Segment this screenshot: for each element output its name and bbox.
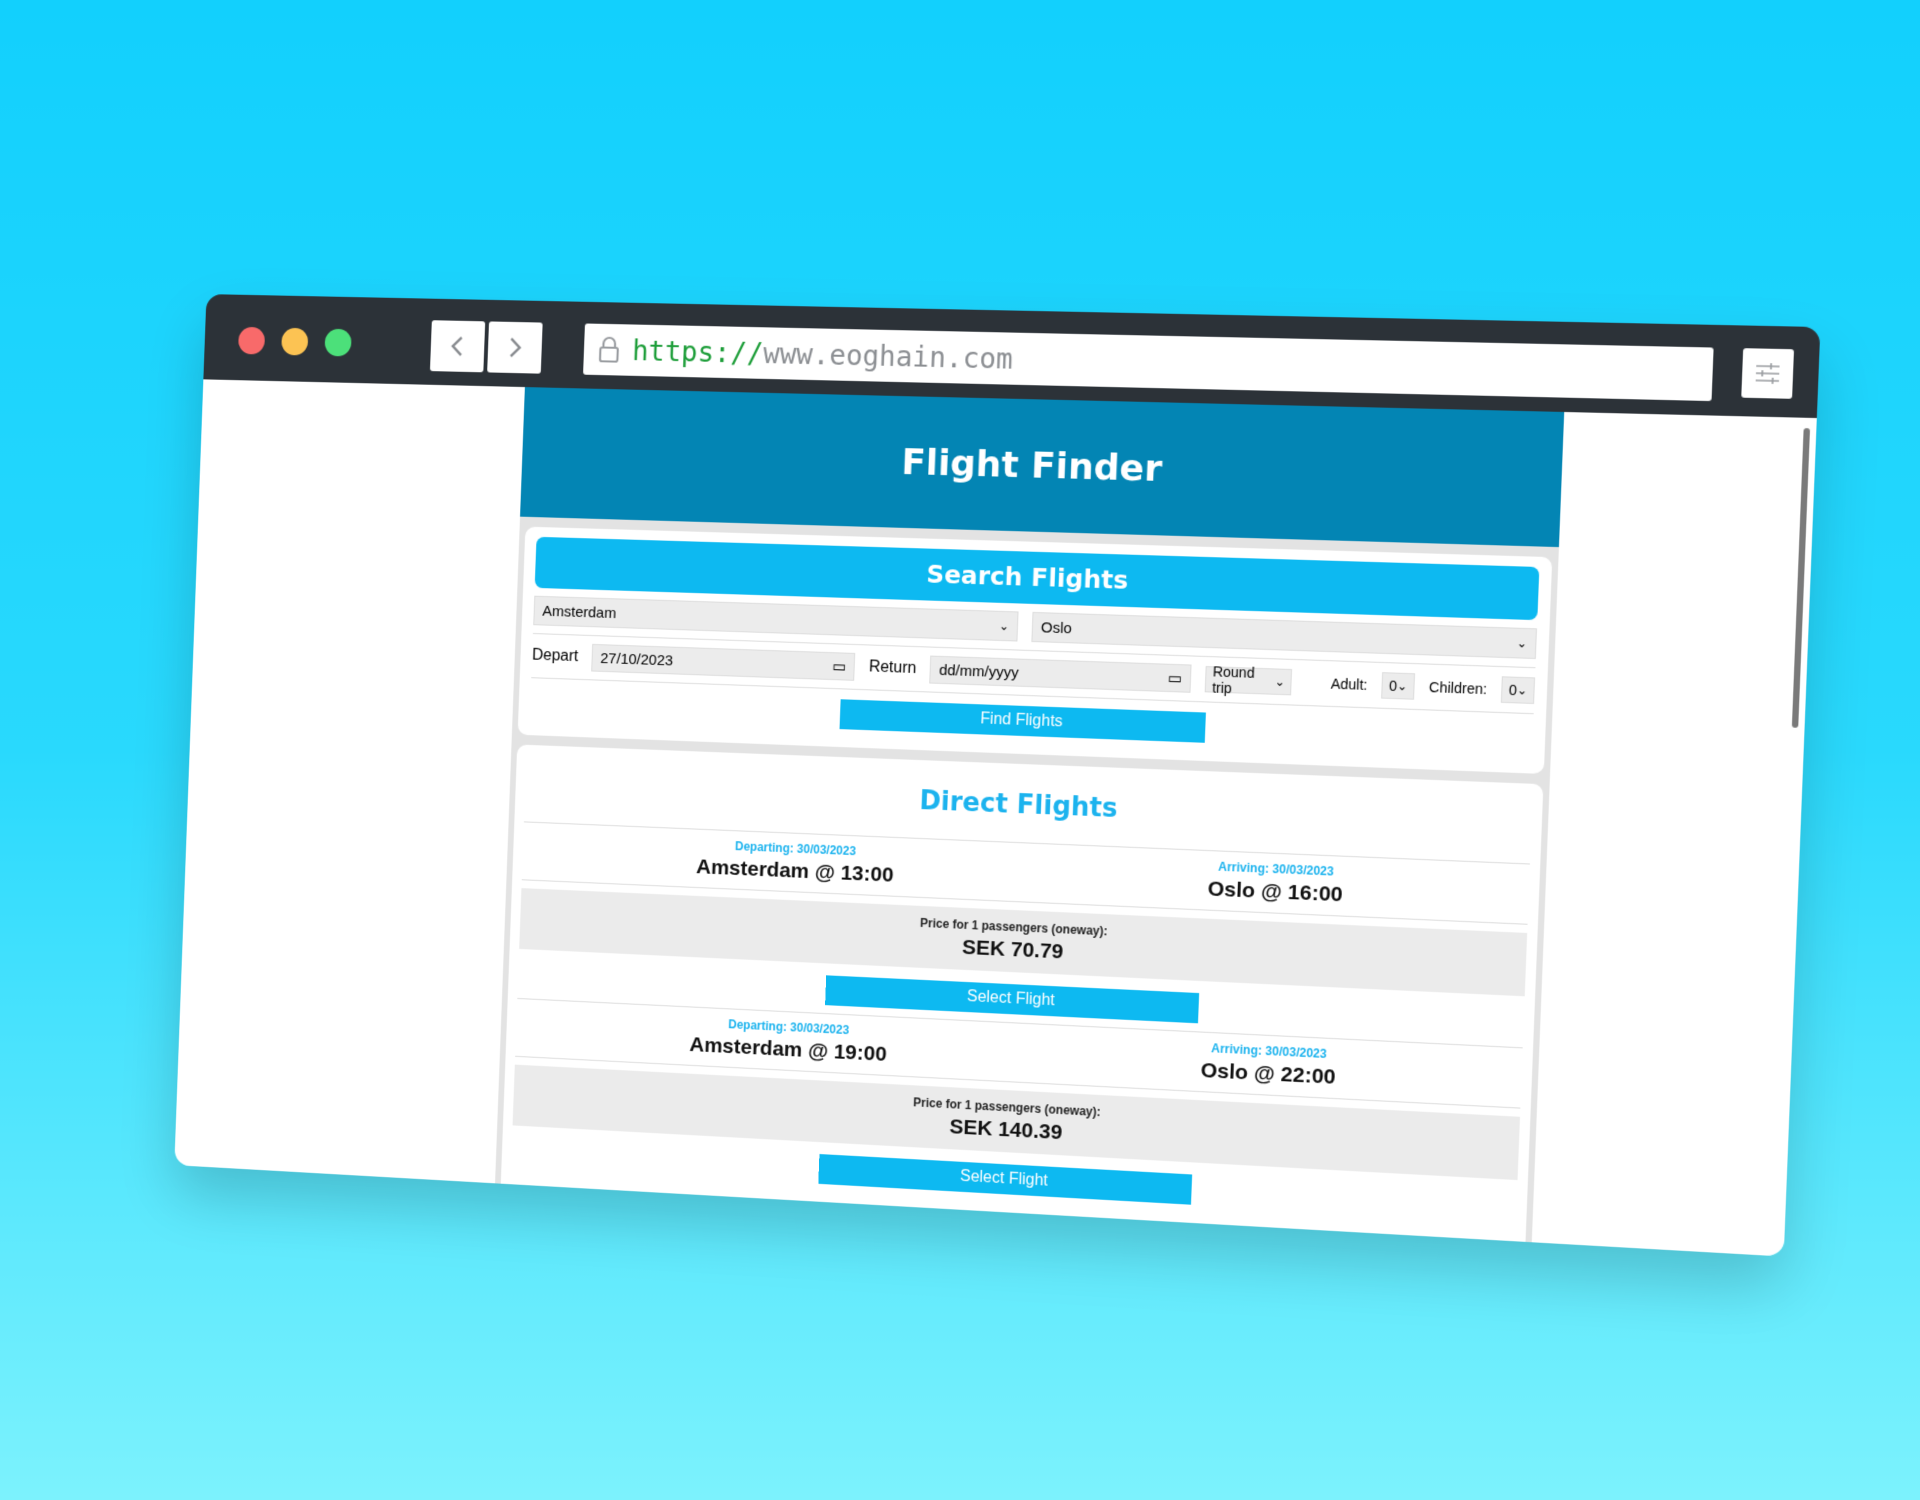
arriving-label: Arriving: 30/03/2023 (1201, 1041, 1336, 1062)
sliders-icon (1753, 362, 1781, 385)
chevron-right-icon (505, 336, 525, 360)
flight-finder-page: Flight Finder Search Flights Amsterdam ⌄… (495, 387, 1564, 1242)
origin-value: Amsterdam (542, 602, 616, 621)
browser-menu-button[interactable] (1741, 348, 1794, 399)
return-label: Return (869, 658, 917, 678)
url-scheme: https:// (632, 334, 764, 370)
page-header: Flight Finder (520, 387, 1564, 547)
depart-date-input[interactable]: 27/10/2023 ▭ (591, 644, 855, 681)
destination-select[interactable]: Oslo ⌄ (1031, 612, 1537, 659)
chevron-down-icon: ⌄ (999, 619, 1010, 633)
departure-info: Departing: 30/03/2023 Amsterdam @ 13:00 (696, 838, 895, 888)
find-flights-button[interactable]: Find Flights (840, 699, 1206, 743)
children-label: Children: (1429, 679, 1488, 697)
origin-select[interactable]: Amsterdam ⌄ (533, 596, 1018, 642)
minimize-window-button[interactable] (281, 328, 308, 356)
depart-date-value: 27/10/2023 (600, 650, 673, 669)
departing-value: Amsterdam @ 13:00 (696, 855, 894, 887)
scrollbar[interactable] (1792, 428, 1810, 728)
destination-value: Oslo (1041, 619, 1073, 637)
search-panel: Search Flights Amsterdam ⌄ Oslo ⌄ Depart… (518, 527, 1553, 774)
children-select[interactable]: 0 ⌄ (1501, 676, 1535, 704)
address-bar[interactable]: https://www.eoghain.com (583, 323, 1714, 401)
departure-info: Departing: 30/03/2023 Amsterdam @ 19:00 (689, 1015, 888, 1067)
arrival-info: Arriving: 30/03/2023 Oslo @ 22:00 (1200, 1041, 1337, 1090)
adult-label: Adult: (1331, 675, 1368, 693)
chevron-left-icon (448, 334, 468, 358)
url-host: www.eoghain.com (763, 337, 1014, 375)
select-flight-button[interactable]: Select Flight (818, 1154, 1192, 1205)
calendar-icon: ▭ (1167, 669, 1182, 688)
departing-value: Amsterdam @ 19:00 (689, 1033, 887, 1067)
arriving-label: Arriving: 30/03/2023 (1208, 859, 1344, 879)
chevron-down-icon: ⌄ (1397, 679, 1408, 694)
adult-select[interactable]: 0 ⌄ (1381, 672, 1415, 700)
browser-window: https://www.eoghain.com Flight Finder Se… (174, 294, 1820, 1257)
trip-type-value: Round trip (1212, 663, 1275, 698)
trip-type-select[interactable]: Round trip ⌄ (1205, 666, 1293, 695)
chevron-down-icon: ⌄ (1516, 636, 1527, 651)
calendar-icon: ▭ (832, 657, 847, 675)
arriving-value: Oslo @ 22:00 (1200, 1059, 1336, 1090)
forward-button[interactable] (487, 321, 543, 373)
maximize-window-button[interactable] (324, 329, 351, 357)
arrival-info: Arriving: 30/03/2023 Oslo @ 16:00 (1207, 859, 1344, 907)
arriving-value: Oslo @ 16:00 (1207, 877, 1343, 907)
chevron-down-icon: ⌄ (1274, 675, 1285, 690)
page-title: Flight Finder (901, 442, 1163, 490)
return-date-placeholder: dd/mm/yyyy (939, 661, 1019, 681)
back-button[interactable] (430, 320, 485, 372)
page-viewport: Flight Finder Search Flights Amsterdam ⌄… (174, 379, 1817, 1256)
return-date-input[interactable]: dd/mm/yyyy ▭ (930, 656, 1192, 693)
close-window-button[interactable] (238, 327, 265, 355)
depart-label: Depart (532, 647, 579, 666)
chevron-down-icon: ⌄ (1517, 683, 1528, 698)
results-panel: Direct Flights Departing: 30/03/2023 Ams… (500, 744, 1543, 1252)
lock-icon (597, 336, 621, 364)
